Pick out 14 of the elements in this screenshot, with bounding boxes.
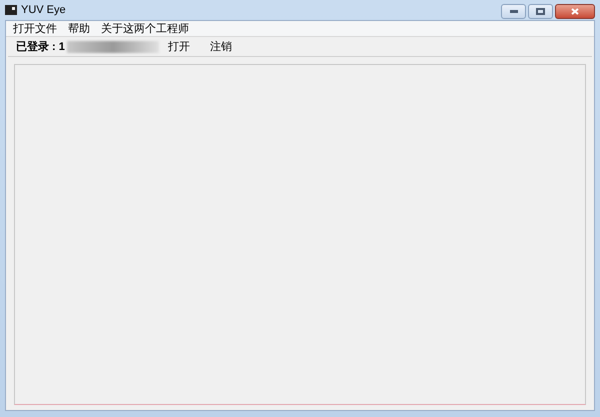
app-icon [5, 4, 17, 16]
maximize-icon [536, 8, 545, 14]
menu-item[interactable]: 打开文件 [8, 22, 62, 36]
toolbar-button[interactable]: 注销 [206, 40, 235, 54]
close-icon [571, 8, 579, 14]
menu-item[interactable]: 帮助 [63, 22, 95, 36]
toolbar-button[interactable]: 打开 [164, 40, 193, 54]
menu-item[interactable]: 关于这两个工程师 [96, 22, 194, 36]
minimize-icon [510, 10, 518, 12]
window-title: YUV Eye [21, 2, 66, 18]
login-status: 已登录 : 1 [16, 40, 65, 55]
maximize-button[interactable] [528, 4, 553, 18]
minimize-button[interactable] [501, 4, 526, 18]
close-button[interactable] [555, 4, 595, 18]
